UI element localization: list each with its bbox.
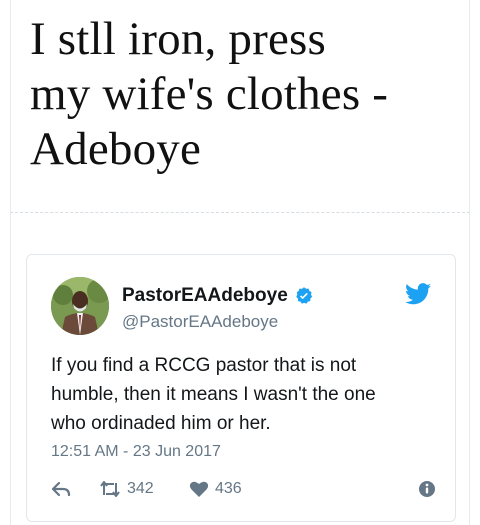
info-button[interactable]	[418, 480, 436, 498]
divider	[10, 212, 470, 213]
heart-icon	[189, 480, 209, 498]
retweet-button[interactable]: 342	[99, 480, 154, 498]
like-count: 436	[215, 480, 242, 497]
tweet-timestamp[interactable]: 12:51 AM - 23 Jun 2017	[51, 443, 221, 461]
headline-line-3: Adeboye	[30, 123, 202, 175]
avatar[interactable]	[51, 277, 109, 335]
tweet-handle[interactable]: @PastorEAAdeboye	[122, 312, 278, 332]
tweet-text: If you find a RCCG pastor that is not hu…	[51, 351, 441, 438]
tweet-text-line: If you find a RCCG pastor that is not	[51, 355, 357, 376]
embedded-tweet[interactable]: PastorEAAdeboye @PastorEAAdeboye If you …	[26, 254, 456, 522]
display-name-text: PastorEAAdeboye	[122, 285, 288, 306]
tweet-text-line: humble, then it means I wasn't the one	[51, 384, 376, 405]
info-icon	[418, 480, 436, 498]
headline: I stll iron, press my wife's clothes - A…	[30, 12, 460, 177]
tweet-display-name[interactable]: PastorEAAdeboye	[122, 285, 314, 307]
reply-button[interactable]	[51, 480, 71, 498]
tweet-actions: 342 436	[51, 480, 436, 504]
verified-badge-icon	[294, 286, 314, 306]
headline-line-1: I stll iron, press	[30, 13, 327, 65]
retweet-icon	[99, 480, 121, 498]
retweet-count: 342	[127, 480, 154, 497]
reply-icon	[51, 480, 71, 498]
twitter-bird-icon[interactable]	[405, 283, 431, 305]
like-button[interactable]: 436	[189, 480, 242, 498]
headline-line-2: my wife's clothes -	[30, 68, 389, 120]
tweet-text-line: who ordinaded him or her.	[51, 413, 271, 434]
